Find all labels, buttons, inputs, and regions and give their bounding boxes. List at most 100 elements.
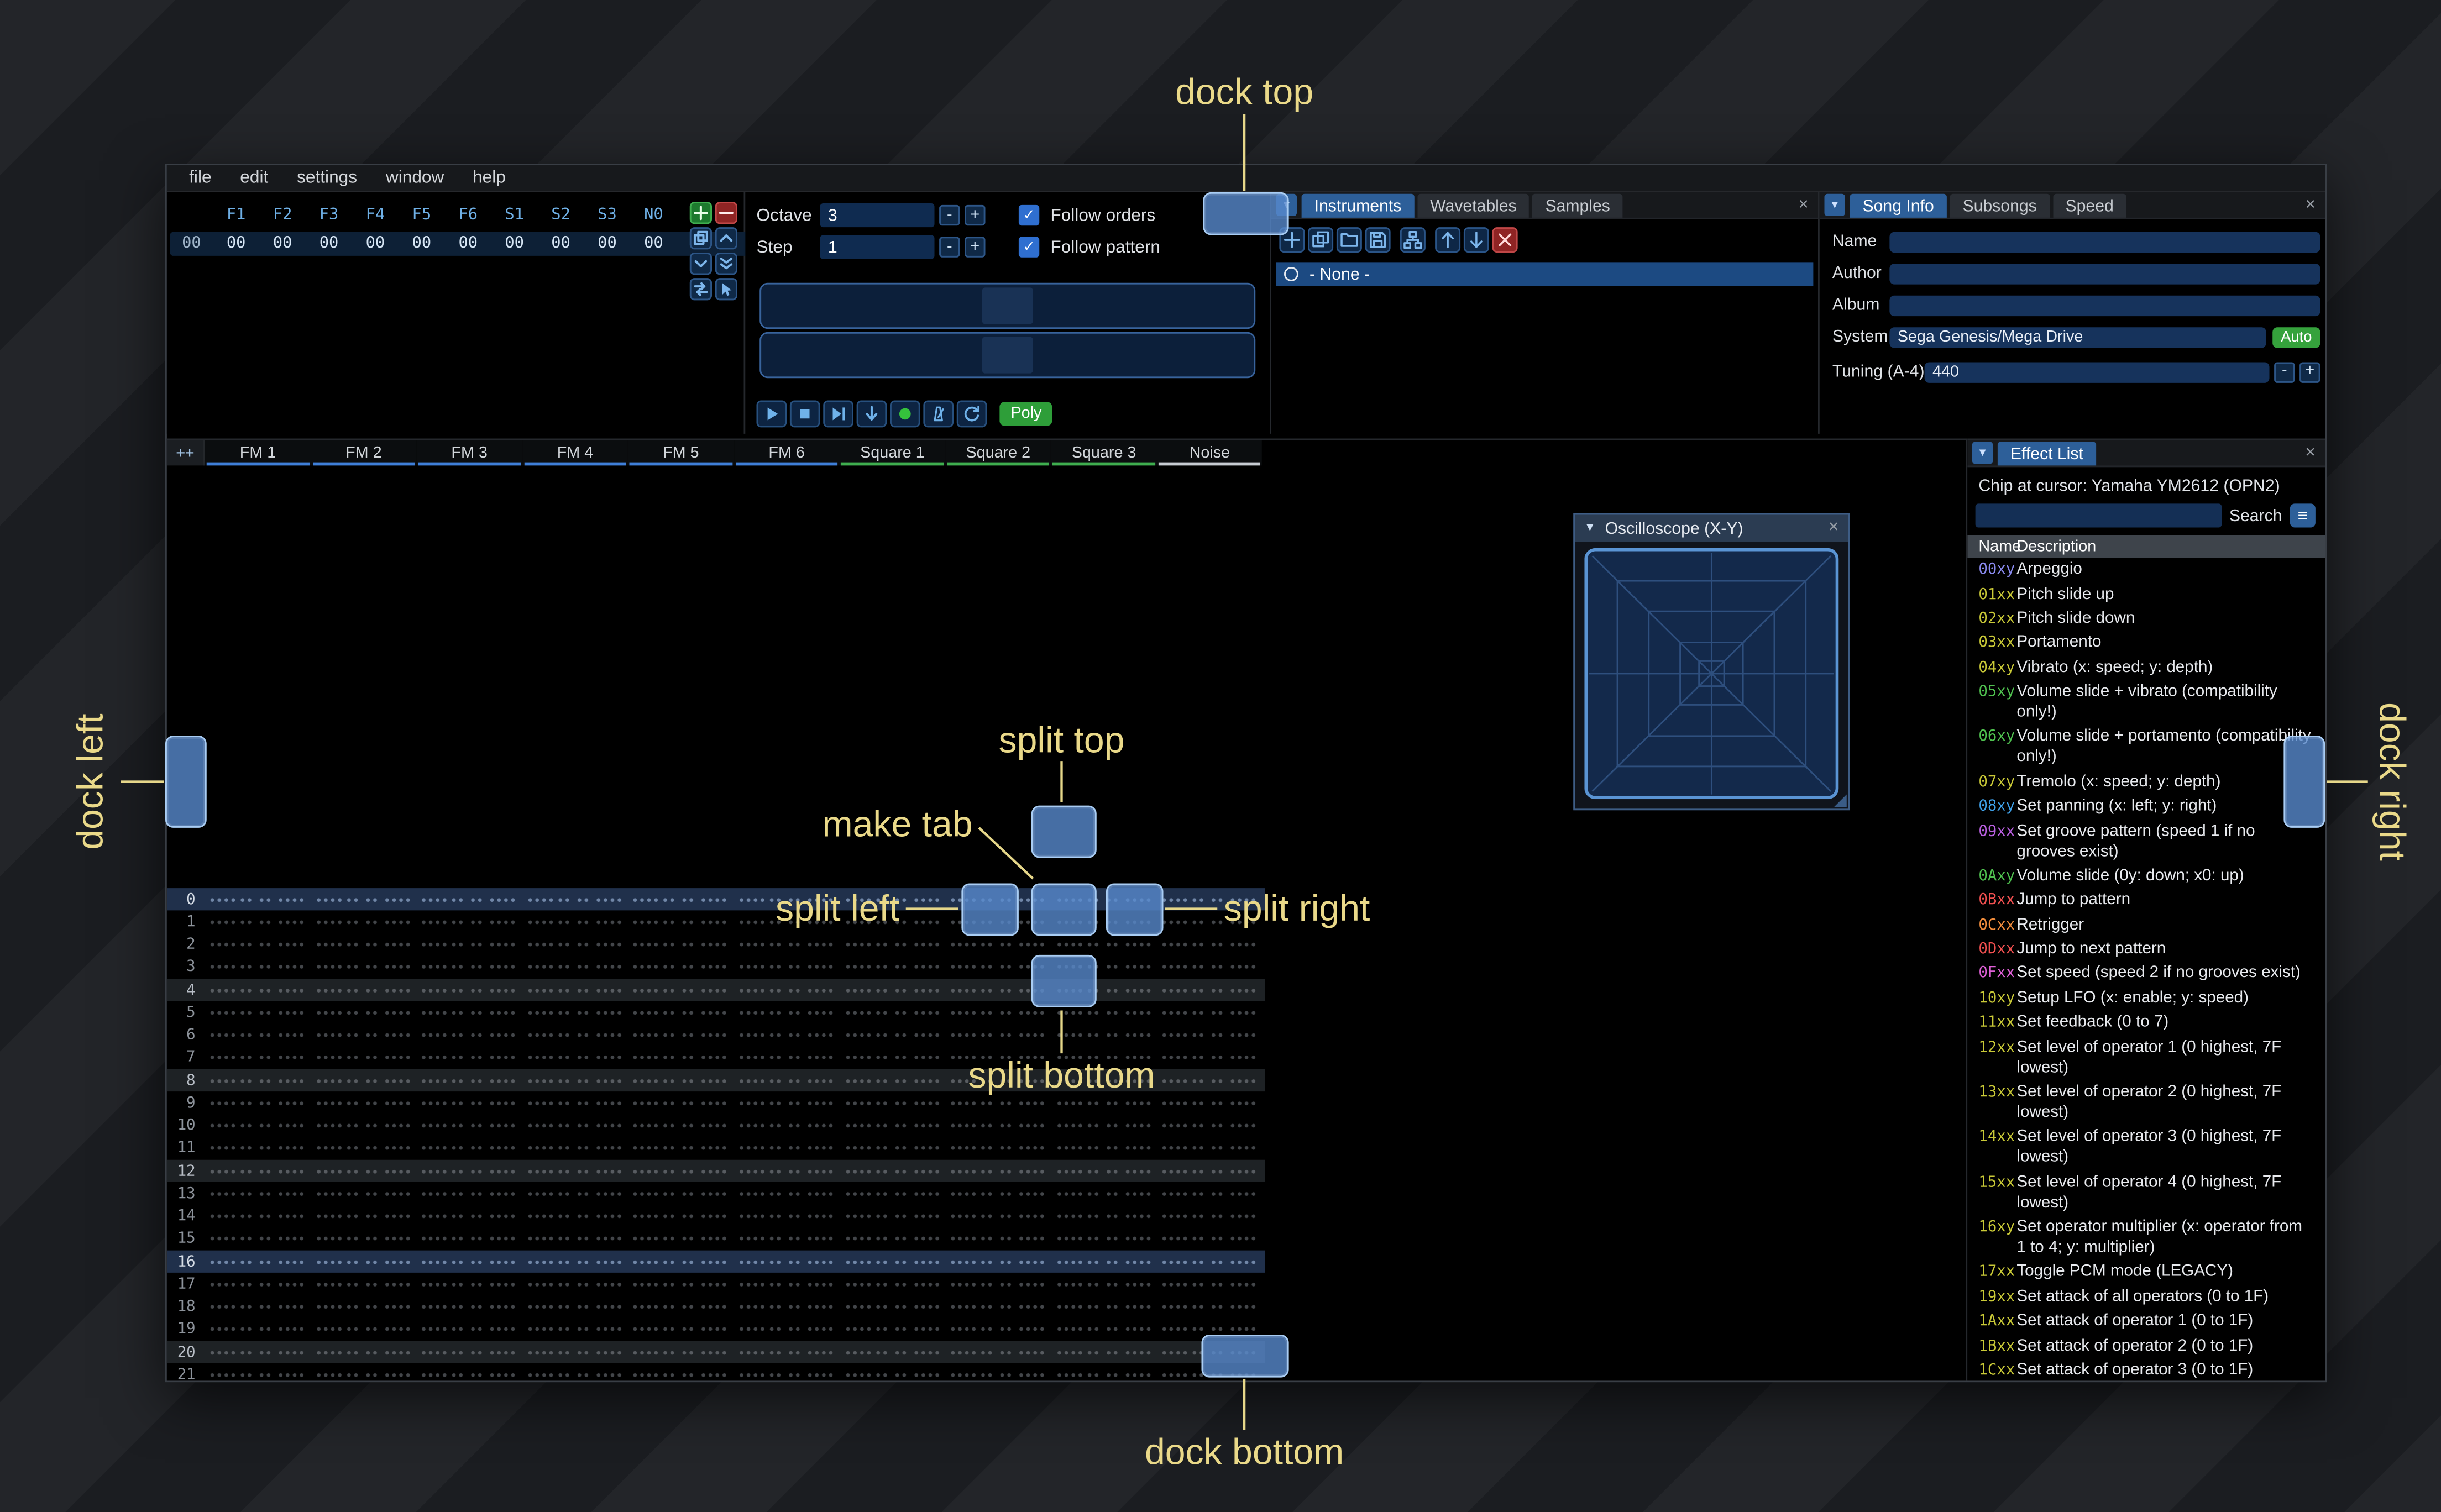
menu-item-file[interactable]: file [175, 169, 226, 188]
pattern-row[interactable]: 5 [167, 1001, 1265, 1024]
pattern-cell[interactable] [1051, 1033, 1156, 1038]
pattern-cell[interactable] [734, 988, 839, 993]
channel-header[interactable]: Square 2 [945, 440, 1051, 466]
pattern-cell[interactable] [734, 965, 839, 970]
pattern-row[interactable]: 21 [167, 1363, 1265, 1380]
pattern-cell[interactable] [417, 1236, 522, 1242]
order-pattern-cell[interactable]: 00 [630, 235, 677, 253]
pattern-row[interactable]: 11 [167, 1137, 1265, 1160]
pattern-cell[interactable] [945, 1236, 1051, 1242]
pattern-cell[interactable] [522, 920, 628, 925]
channel-header[interactable]: Square 3 [1051, 440, 1157, 466]
pattern-cell[interactable] [628, 1168, 734, 1174]
menu-item-edit[interactable]: edit [226, 169, 282, 188]
effect-row[interactable]: 00xy Arpeggio [1967, 558, 2325, 582]
pattern-cell[interactable] [417, 1101, 522, 1106]
pattern-cell[interactable] [205, 1146, 311, 1151]
effect-search-input[interactable] [1975, 503, 2222, 528]
pattern-cell[interactable] [840, 1010, 945, 1015]
orders-row[interactable]: 00 00 00 00 00 00 00 00 00 00 00 [170, 232, 844, 256]
pattern-cell[interactable] [945, 1304, 1051, 1310]
remove-order-button[interactable] [715, 202, 737, 224]
pattern-row[interactable]: 1 [167, 911, 1265, 933]
pattern-row[interactable]: 10 [167, 1115, 1265, 1137]
pattern-cell[interactable] [734, 1191, 839, 1196]
pattern-cell[interactable] [840, 1282, 945, 1287]
pattern-cell[interactable] [311, 1168, 416, 1174]
order-up-button[interactable] [715, 227, 737, 250]
pattern-cell[interactable] [840, 1146, 945, 1151]
pattern-cell[interactable] [417, 1350, 522, 1355]
pattern-cell[interactable] [205, 1350, 311, 1355]
pattern-cell[interactable] [522, 1282, 628, 1287]
effect-row[interactable]: 1Axx Set attack of operator 1 (0 to 1F) [1967, 1309, 2325, 1334]
pattern-cell[interactable] [522, 988, 628, 993]
chevron-down-icon[interactable]: ▼ [1584, 523, 1595, 534]
add-order-button[interactable] [689, 202, 712, 224]
field-input-name[interactable] [1889, 231, 2320, 252]
pattern-cell[interactable] [311, 1101, 416, 1106]
tuning-input[interactable]: 440 [1924, 361, 2270, 382]
pattern-cell[interactable] [417, 1372, 522, 1378]
menu-item-settings[interactable]: settings [282, 169, 371, 188]
dock-top-target[interactable] [1203, 192, 1289, 235]
follow-pattern-checkbox[interactable]: ✓ [1018, 237, 1040, 258]
input-pad-preview[interactable] [759, 282, 1256, 383]
pattern-cell[interactable] [311, 897, 416, 902]
pattern-cell[interactable] [840, 1259, 945, 1264]
field-input-author[interactable] [1889, 262, 2320, 284]
effect-row[interactable]: 10xy Setup LFO (x: enable; y: speed) [1967, 986, 2325, 1010]
pattern-cell[interactable] [522, 1101, 628, 1106]
pattern-cell[interactable] [311, 942, 416, 947]
pattern-cell[interactable] [734, 1282, 839, 1287]
pattern-cell[interactable] [205, 988, 311, 993]
follow-orders-checkbox[interactable]: ✓ [1018, 204, 1040, 226]
move-instrument-down-button[interactable] [1463, 227, 1489, 253]
pattern-cell[interactable] [417, 897, 522, 902]
pattern-cell[interactable] [311, 1304, 416, 1310]
order-exchange-button[interactable] [689, 278, 712, 301]
pattern-cell[interactable] [628, 1304, 734, 1310]
tab-wavetables[interactable]: Wavetables [1417, 193, 1529, 218]
pattern-cell[interactable] [945, 942, 1051, 947]
pattern-cell[interactable] [628, 1078, 734, 1083]
pattern-cell[interactable] [522, 1056, 628, 1060]
effect-row[interactable]: 0Bxx Jump to pattern [1967, 888, 2325, 912]
pattern-cell[interactable] [1051, 1010, 1156, 1015]
pattern-cell[interactable] [522, 1123, 628, 1128]
pattern-cell[interactable] [417, 1214, 522, 1219]
piano-lower-row[interactable] [759, 332, 1256, 379]
pattern-cell[interactable] [628, 942, 734, 947]
pattern-cell[interactable] [1157, 1078, 1263, 1083]
effect-row[interactable]: 13xx Set level of operator 2 (0 highest, … [1967, 1080, 2325, 1125]
pattern-cell[interactable] [417, 1168, 522, 1174]
menu-item-help[interactable]: help [458, 169, 520, 188]
duplicate-instrument-button[interactable] [1308, 227, 1334, 253]
pattern-cell[interactable] [205, 1101, 311, 1106]
pattern-cell[interactable] [417, 1056, 522, 1060]
pattern-cell[interactable] [417, 1304, 522, 1310]
effect-row[interactable]: 1Cxx Set attack of operator 3 (0 to 1F) [1967, 1358, 2325, 1380]
pattern-cell[interactable] [628, 965, 734, 970]
tab-effect-list[interactable]: Effect List [1997, 442, 2096, 466]
pattern-cell[interactable] [840, 1101, 945, 1106]
pattern-cell[interactable] [522, 1191, 628, 1196]
pattern-cell[interactable] [417, 1259, 522, 1264]
pattern-cell[interactable] [205, 942, 311, 947]
pattern-cell[interactable] [734, 1327, 839, 1332]
effect-row[interactable]: 06xy Volume slide + portamento (compatibi… [1967, 725, 2325, 770]
pattern-cell[interactable] [945, 1327, 1051, 1332]
pattern-cell[interactable] [734, 1033, 839, 1038]
pattern-cell[interactable] [205, 897, 311, 902]
open-instrument-button[interactable] [1336, 227, 1362, 253]
pattern-cell[interactable] [1157, 1168, 1263, 1174]
effect-row[interactable]: 09xx Set groove pattern (speed 1 if no gr… [1967, 819, 2325, 864]
pattern-cell[interactable] [311, 1146, 416, 1151]
pattern-cell[interactable] [205, 1259, 311, 1264]
pattern-cell[interactable] [1157, 1056, 1263, 1060]
octave-minus-button[interactable]: - [939, 204, 960, 226]
pattern-row[interactable]: 0 [166, 888, 1265, 911]
piano-upper-row[interactable] [759, 282, 1256, 329]
pattern-cell[interactable] [205, 920, 311, 925]
pattern-row[interactable]: 20 [166, 1341, 1265, 1364]
